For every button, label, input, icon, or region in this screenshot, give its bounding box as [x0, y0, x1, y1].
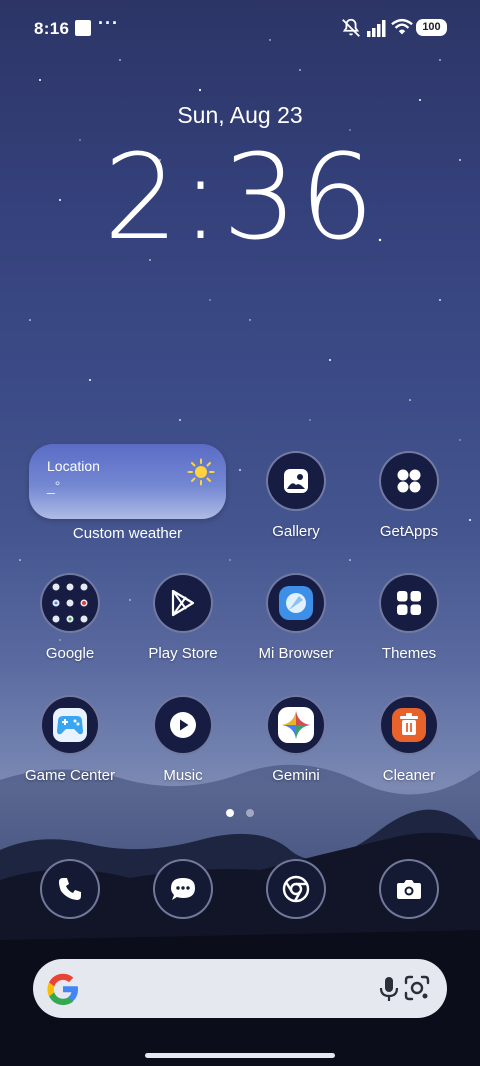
- status-time: 8:16: [34, 19, 70, 38]
- app-game-center[interactable]: Game Center: [14, 695, 126, 784]
- app-gemini[interactable]: Gemini: [240, 695, 352, 784]
- weather-temperature: _°: [47, 478, 61, 494]
- google-search-bar[interactable]: [33, 959, 447, 1018]
- weather-location: Location: [47, 458, 100, 474]
- gemini-icon: [266, 695, 326, 755]
- app-themes[interactable]: Themes: [353, 573, 465, 662]
- app-music[interactable]: Music: [127, 695, 239, 784]
- getapps-icon: [379, 451, 439, 511]
- status-bar: 8:16 ··· 100: [0, 0, 480, 56]
- app-getapps[interactable]: GetApps: [353, 451, 465, 540]
- game-center-icon: [40, 695, 100, 755]
- page-dot[interactable]: [246, 809, 254, 817]
- weather-widget[interactable]: Location _°: [29, 444, 226, 519]
- app-play-store[interactable]: Play Store: [127, 573, 239, 662]
- app-label: Game Center: [24, 767, 116, 784]
- dock-messages[interactable]: [127, 859, 239, 919]
- folder-google[interactable]: Google: [14, 573, 126, 662]
- chrome-icon: [266, 859, 326, 919]
- wifi-icon: [391, 18, 413, 35]
- mic-icon[interactable]: [376, 975, 402, 1003]
- clock-widget[interactable]: 2:36: [0, 138, 480, 256]
- dock-phone[interactable]: [14, 859, 126, 919]
- music-icon: [153, 695, 213, 755]
- app-label: Gallery: [272, 523, 320, 540]
- overflow-notifications: ···: [98, 13, 119, 33]
- app-cleaner[interactable]: Cleaner: [353, 695, 465, 784]
- mute-icon: [342, 18, 360, 37]
- themes-icon: [379, 573, 439, 633]
- battery-icon: 100: [416, 19, 447, 36]
- dock-chrome[interactable]: [240, 859, 352, 919]
- phone-icon: [40, 859, 100, 919]
- home-indicator[interactable]: [145, 1053, 335, 1058]
- play-store-icon: [153, 573, 213, 633]
- google-g-icon: [47, 973, 78, 1005]
- google-folder-icon: [40, 573, 100, 633]
- app-label: Themes: [381, 645, 437, 662]
- page-dot-active[interactable]: [226, 809, 234, 817]
- sun-icon: [187, 458, 215, 486]
- app-label: Google: [45, 645, 95, 662]
- page-indicator[interactable]: [226, 809, 256, 817]
- gallery-icon: [266, 451, 326, 511]
- dock-camera[interactable]: [353, 859, 465, 919]
- app-label: Play Store: [148, 645, 218, 662]
- messages-icon: [153, 859, 213, 919]
- signal-icon: [367, 20, 386, 37]
- app-label: Music: [163, 767, 203, 784]
- lens-icon[interactable]: [403, 974, 431, 1002]
- app-label: Cleaner: [382, 767, 436, 784]
- mi-browser-icon: [266, 573, 326, 633]
- app-label: Mi Browser: [258, 645, 334, 662]
- camera-icon: [379, 859, 439, 919]
- app-gallery[interactable]: Gallery: [240, 451, 352, 540]
- stop-icon: [75, 20, 91, 36]
- app-mi-browser[interactable]: Mi Browser: [240, 573, 352, 662]
- app-label: Gemini: [272, 767, 320, 784]
- cleaner-icon: [379, 695, 439, 755]
- app-label: GetApps: [379, 523, 439, 540]
- date-label[interactable]: Sun, Aug 23: [0, 102, 480, 129]
- weather-caption: Custom weather: [72, 525, 183, 542]
